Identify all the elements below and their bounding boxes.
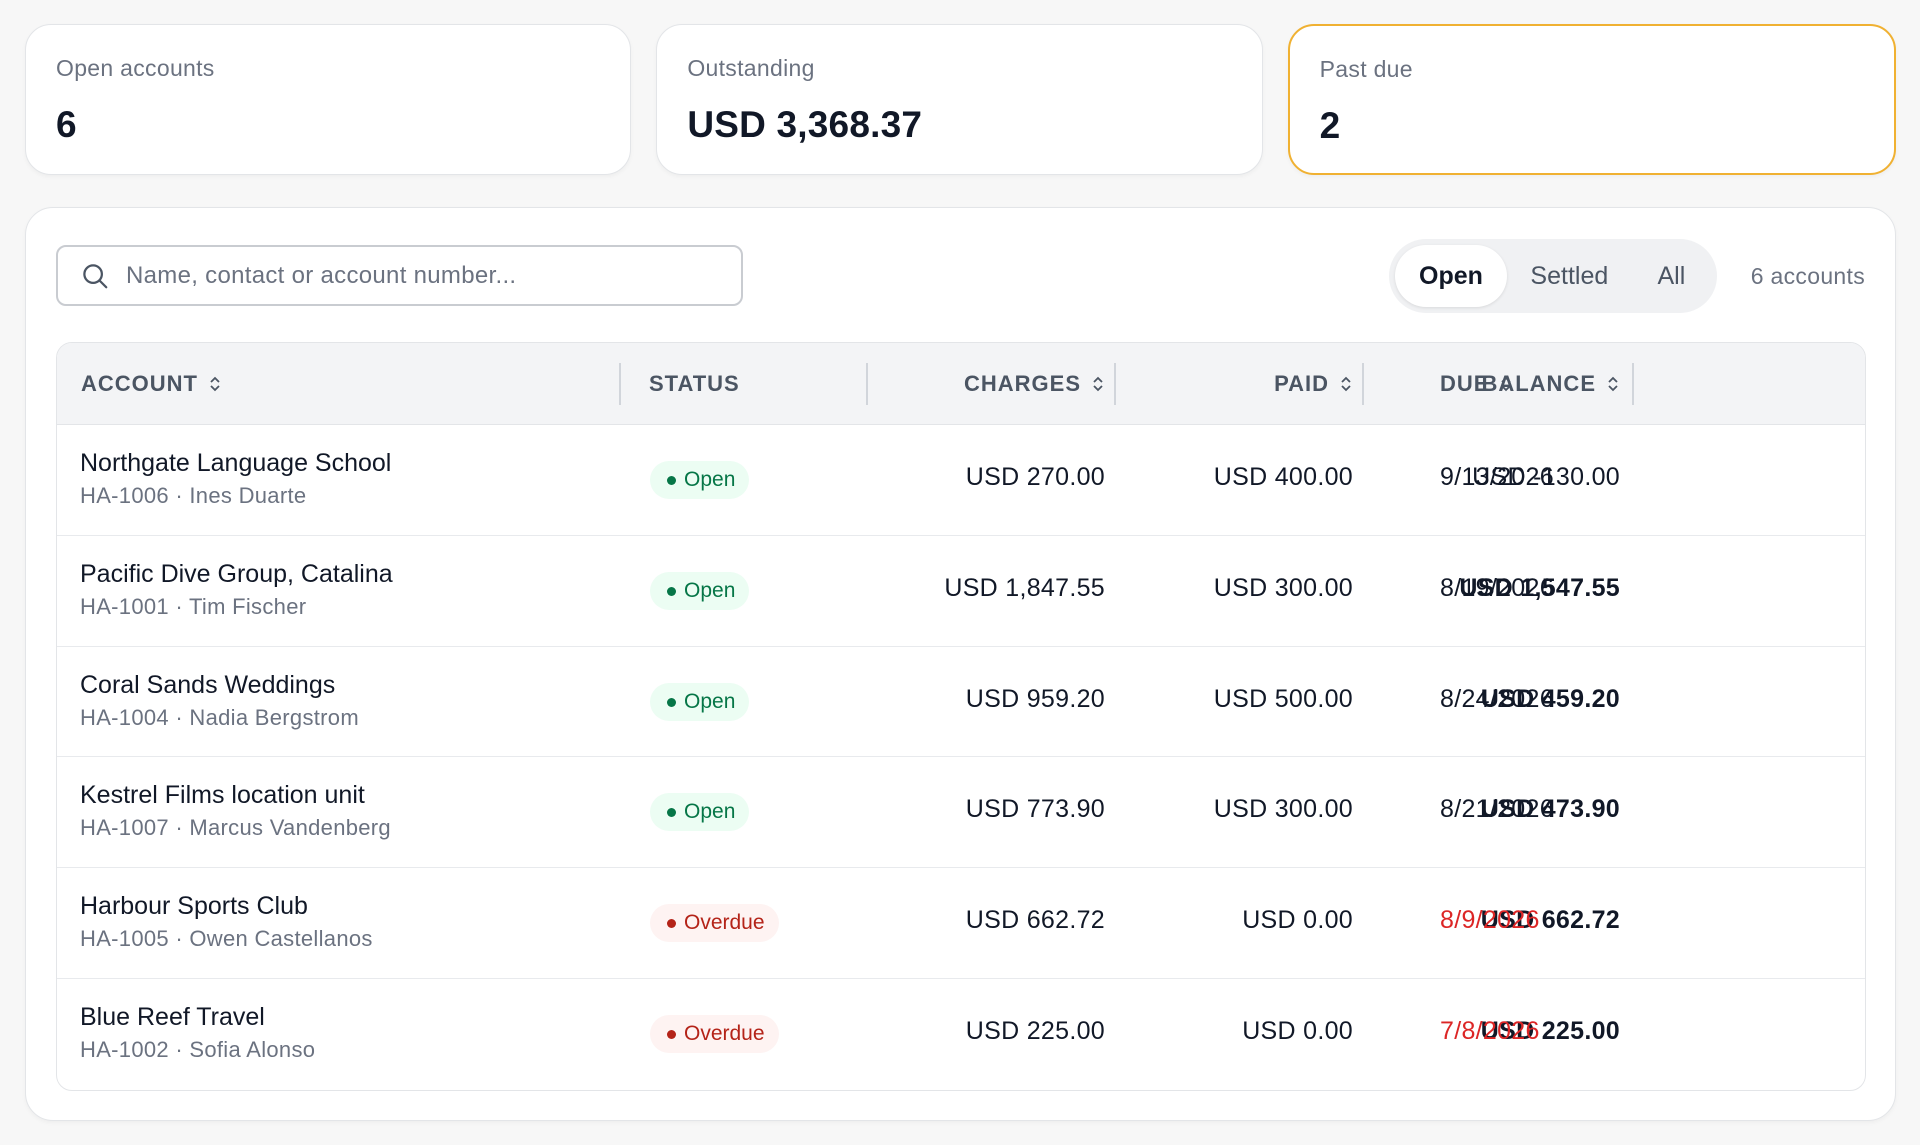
table-header: ACCOUNT STATUS CHARGES PAID BALANCE DUE: [57, 343, 1865, 425]
col-status-label: STATUS: [649, 371, 740, 396]
paid-cell: USD 300.00: [1213, 573, 1353, 602]
status-filter: Open Settled All: [1389, 239, 1717, 313]
accounts-panel: Open Settled All 6 accounts ACCOUNT STAT…: [25, 207, 1896, 1121]
col-charges-header[interactable]: CHARGES: [964, 343, 1105, 425]
table-row[interactable]: Harbour Sports Club HA-1005 · Owen Caste…: [57, 868, 1865, 979]
search-box[interactable]: [56, 245, 743, 306]
paid-cell: USD 400.00: [1213, 463, 1353, 491]
search-input[interactable]: [126, 261, 706, 290]
due-cell: 7/8/2026: [1440, 1016, 1540, 1045]
account-subtitle: HA-1007 · Marcus Vandenberg: [80, 815, 391, 841]
due-cell: 8/24/2026: [1440, 684, 1554, 713]
paid-cell: USD 300.00: [1213, 795, 1353, 824]
accounts-count: 6 accounts: [1750, 263, 1865, 289]
col-status-header: STATUS: [649, 343, 740, 425]
column-divider[interactable]: [1632, 363, 1634, 405]
charges-cell: USD 225.00: [965, 1016, 1105, 1045]
paid-cell: USD 500.00: [1213, 684, 1353, 713]
column-divider[interactable]: [619, 363, 621, 405]
due-cell: 8/9/2026: [1440, 906, 1540, 935]
outstanding-card: Outstanding USD 3,368.37: [656, 24, 1263, 175]
past-due-label: Past due: [1319, 56, 1413, 82]
charges-cell: USD 959.20: [965, 684, 1105, 713]
charges-cell: USD 773.90: [965, 795, 1105, 824]
col-paid-label: PAID: [1274, 371, 1329, 396]
filter-settled-tab[interactable]: Settled: [1507, 245, 1632, 307]
past-due-value: 2: [1319, 105, 1341, 146]
sort-icon: [210, 376, 220, 392]
account-name[interactable]: Coral Sands Weddings: [80, 671, 335, 700]
sort-icon: [1501, 376, 1512, 392]
status-badge: Open: [650, 793, 750, 832]
col-charges-label: CHARGES: [963, 371, 1081, 396]
account-name[interactable]: Northgate Language School: [80, 449, 391, 478]
paid-cell: USD 0.00: [1242, 1016, 1353, 1045]
filter-all-tab[interactable]: All: [1632, 245, 1711, 307]
account-name[interactable]: Kestrel Films location unit: [80, 781, 365, 810]
column-divider[interactable]: [1362, 363, 1364, 405]
sort-icon: [1341, 376, 1351, 392]
table-row[interactable]: Coral Sands Weddings HA-1004 · Nadia Ber…: [57, 647, 1865, 758]
charges-cell: USD 1,847.55: [944, 573, 1105, 602]
filter-open-tab[interactable]: Open: [1395, 245, 1507, 307]
col-due-label: DUE: [1440, 371, 1490, 396]
column-divider[interactable]: [1114, 363, 1116, 405]
due-cell: 9/13/2026: [1440, 463, 1554, 491]
open-accounts-value: 6: [56, 104, 77, 145]
account-name[interactable]: Blue Reef Travel: [80, 1003, 265, 1032]
table-row[interactable]: Kestrel Films location unit HA-1007 · Ma…: [57, 757, 1865, 869]
due-cell: 8/19/2026: [1440, 573, 1554, 602]
status-badge: Overdue: [650, 904, 779, 943]
past-due-card: Past due 2: [1287, 24, 1896, 175]
outstanding-label: Outstanding: [687, 55, 815, 81]
sort-icon: [1093, 376, 1103, 392]
charges-cell: USD 662.72: [965, 906, 1105, 935]
paid-cell: USD 0.00: [1242, 906, 1353, 935]
summary-cards: Open accounts 6 Outstanding USD 3,368.37…: [25, 24, 1896, 175]
outstanding-value: USD 3,368.37: [687, 104, 923, 145]
col-account-header[interactable]: ACCOUNT: [81, 343, 222, 425]
account-subtitle: HA-1006 · Ines Duarte: [80, 483, 307, 508]
table-row[interactable]: Blue Reef Travel HA-1002 · Sofia Alonso …: [57, 979, 1865, 1090]
search-icon: [83, 263, 108, 288]
status-badge: Open: [650, 461, 750, 499]
status-badge: Open: [650, 682, 750, 721]
open-accounts-label: Open accounts: [56, 55, 215, 81]
status-badge: Open: [650, 571, 750, 610]
account-subtitle: HA-1004 · Nadia Bergstrom: [80, 704, 359, 730]
charges-cell: USD 270.00: [965, 463, 1105, 491]
col-paid-header[interactable]: PAID: [1274, 343, 1353, 425]
column-divider[interactable]: [866, 363, 868, 405]
due-cell: 8/21/2026: [1440, 795, 1554, 824]
col-account-label: ACCOUNT: [81, 371, 198, 396]
account-subtitle: HA-1002 · Sofia Alonso: [80, 1036, 316, 1062]
status-badge: Overdue: [650, 1014, 779, 1053]
open-accounts-card: Open accounts 6: [25, 24, 632, 175]
account-subtitle: HA-1001 · Tim Fischer: [80, 593, 307, 619]
account-name[interactable]: Pacific Dive Group, Catalina: [80, 560, 393, 589]
sort-icon: [1608, 376, 1618, 392]
accounts-table: ACCOUNT STATUS CHARGES PAID BALANCE DUE …: [56, 342, 1866, 1091]
account-subtitle: HA-1005 · Owen Castellanos: [80, 926, 373, 952]
table-row[interactable]: Northgate Language School HA-1006 · Ines…: [57, 425, 1865, 536]
table-row[interactable]: Pacific Dive Group, Catalina HA-1001 · T…: [57, 536, 1865, 647]
account-name[interactable]: Harbour Sports Club: [80, 892, 308, 921]
col-due-header[interactable]: DUE: [1440, 343, 1513, 425]
